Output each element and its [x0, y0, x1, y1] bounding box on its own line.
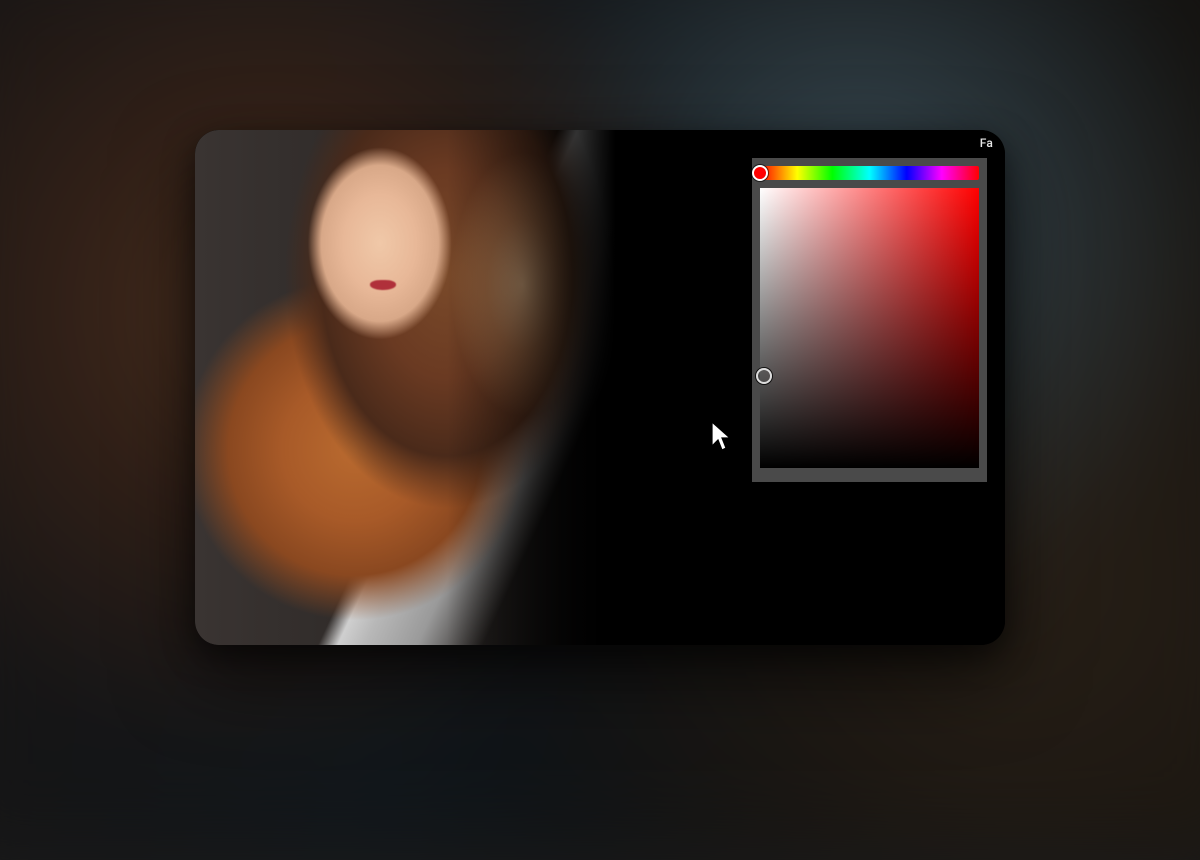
hue-slider-handle[interactable]: [752, 165, 768, 181]
sv-handle[interactable]: [756, 368, 772, 384]
hue-slider[interactable]: [760, 166, 979, 180]
canvas-image: [195, 130, 615, 645]
color-picker-panel: [752, 158, 987, 482]
value-gradient: [760, 188, 979, 468]
portrait-lips-accent: [370, 280, 396, 290]
saturation-value-field[interactable]: [760, 188, 979, 468]
panel-title: Fa: [980, 136, 993, 150]
app-window: Fa: [195, 130, 1005, 645]
